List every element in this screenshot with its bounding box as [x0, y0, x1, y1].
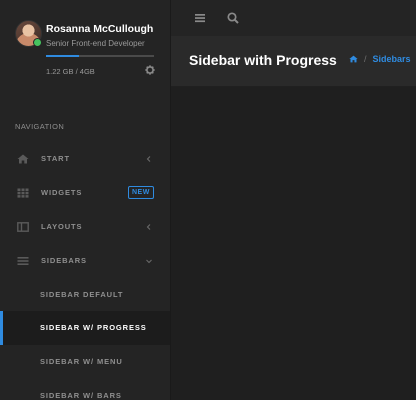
menu-icon: [17, 257, 29, 265]
layout-icon: [17, 222, 29, 232]
nav-item-label: SIDEBARS: [41, 256, 87, 265]
gear-icon[interactable]: [145, 65, 155, 75]
home-icon: [17, 154, 29, 164]
main-content: [171, 87, 416, 400]
chevron-left-icon: [146, 224, 151, 230]
nav-subitem-label: SIDEBAR DEFAULT: [40, 290, 124, 299]
nav-subitem-label: SIDEBAR W/ BARS: [40, 391, 122, 400]
sidebar: Rosanna McCullough Senior Front-end Deve…: [0, 0, 171, 400]
online-status-dot: [33, 38, 42, 47]
nav-subitem-sidebar-progress[interactable]: SIDEBAR W/ PROGRESS: [0, 311, 170, 345]
storage-progress-fill: [46, 55, 79, 57]
grid-icon: [17, 188, 29, 198]
nav-subitem-label: SIDEBAR W/ PROGRESS: [40, 323, 147, 332]
search-icon[interactable]: [226, 11, 240, 25]
nav-item-layouts[interactable]: LAYOUTS: [0, 210, 170, 244]
nav-item-sidebars[interactable]: SIDEBARS: [0, 244, 170, 278]
page-header: Sidebar with Progress / Sidebars: [171, 36, 416, 87]
top-bar: [171, 0, 416, 37]
nav-item-start[interactable]: START: [0, 142, 170, 176]
nav-subitem-sidebar-default[interactable]: SIDEBAR DEFAULT: [0, 278, 170, 312]
user-name[interactable]: Rosanna McCullough: [46, 23, 153, 35]
user-role: Senior Front-end Developer: [46, 39, 145, 48]
menu-toggle-icon[interactable]: [193, 11, 207, 25]
page-title: Sidebar with Progress: [189, 52, 337, 68]
nav-item-label: LAYOUTS: [41, 222, 83, 231]
user-panel: Rosanna McCullough Senior Front-end Deve…: [15, 18, 160, 88]
storage-progress-bar: [46, 55, 154, 57]
home-icon[interactable]: [349, 55, 358, 63]
nav-subitem-sidebar-menu[interactable]: SIDEBAR W/ MENU: [0, 345, 170, 379]
nav-subitem-label: SIDEBAR W/ MENU: [40, 357, 123, 366]
nav-subitem-sidebar-bars[interactable]: SIDEBAR W/ BARS: [0, 379, 170, 400]
navigation-heading: NAVIGATION: [15, 122, 65, 131]
new-badge: NEW: [128, 186, 154, 199]
breadcrumb-separator: /: [364, 54, 367, 64]
nav-item-label: START: [41, 154, 70, 163]
active-indicator: [0, 311, 3, 345]
breadcrumb-item[interactable]: Sidebars: [373, 54, 411, 64]
chevron-left-icon: [146, 156, 151, 162]
nav-item-label: WIDGETS: [41, 188, 83, 197]
storage-usage-text: 1.22 GB / 4GB: [46, 67, 95, 76]
nav-item-widgets[interactable]: WIDGETS NEW: [0, 176, 170, 210]
breadcrumb: / Sidebars: [349, 54, 411, 64]
chevron-down-icon: [146, 259, 152, 264]
